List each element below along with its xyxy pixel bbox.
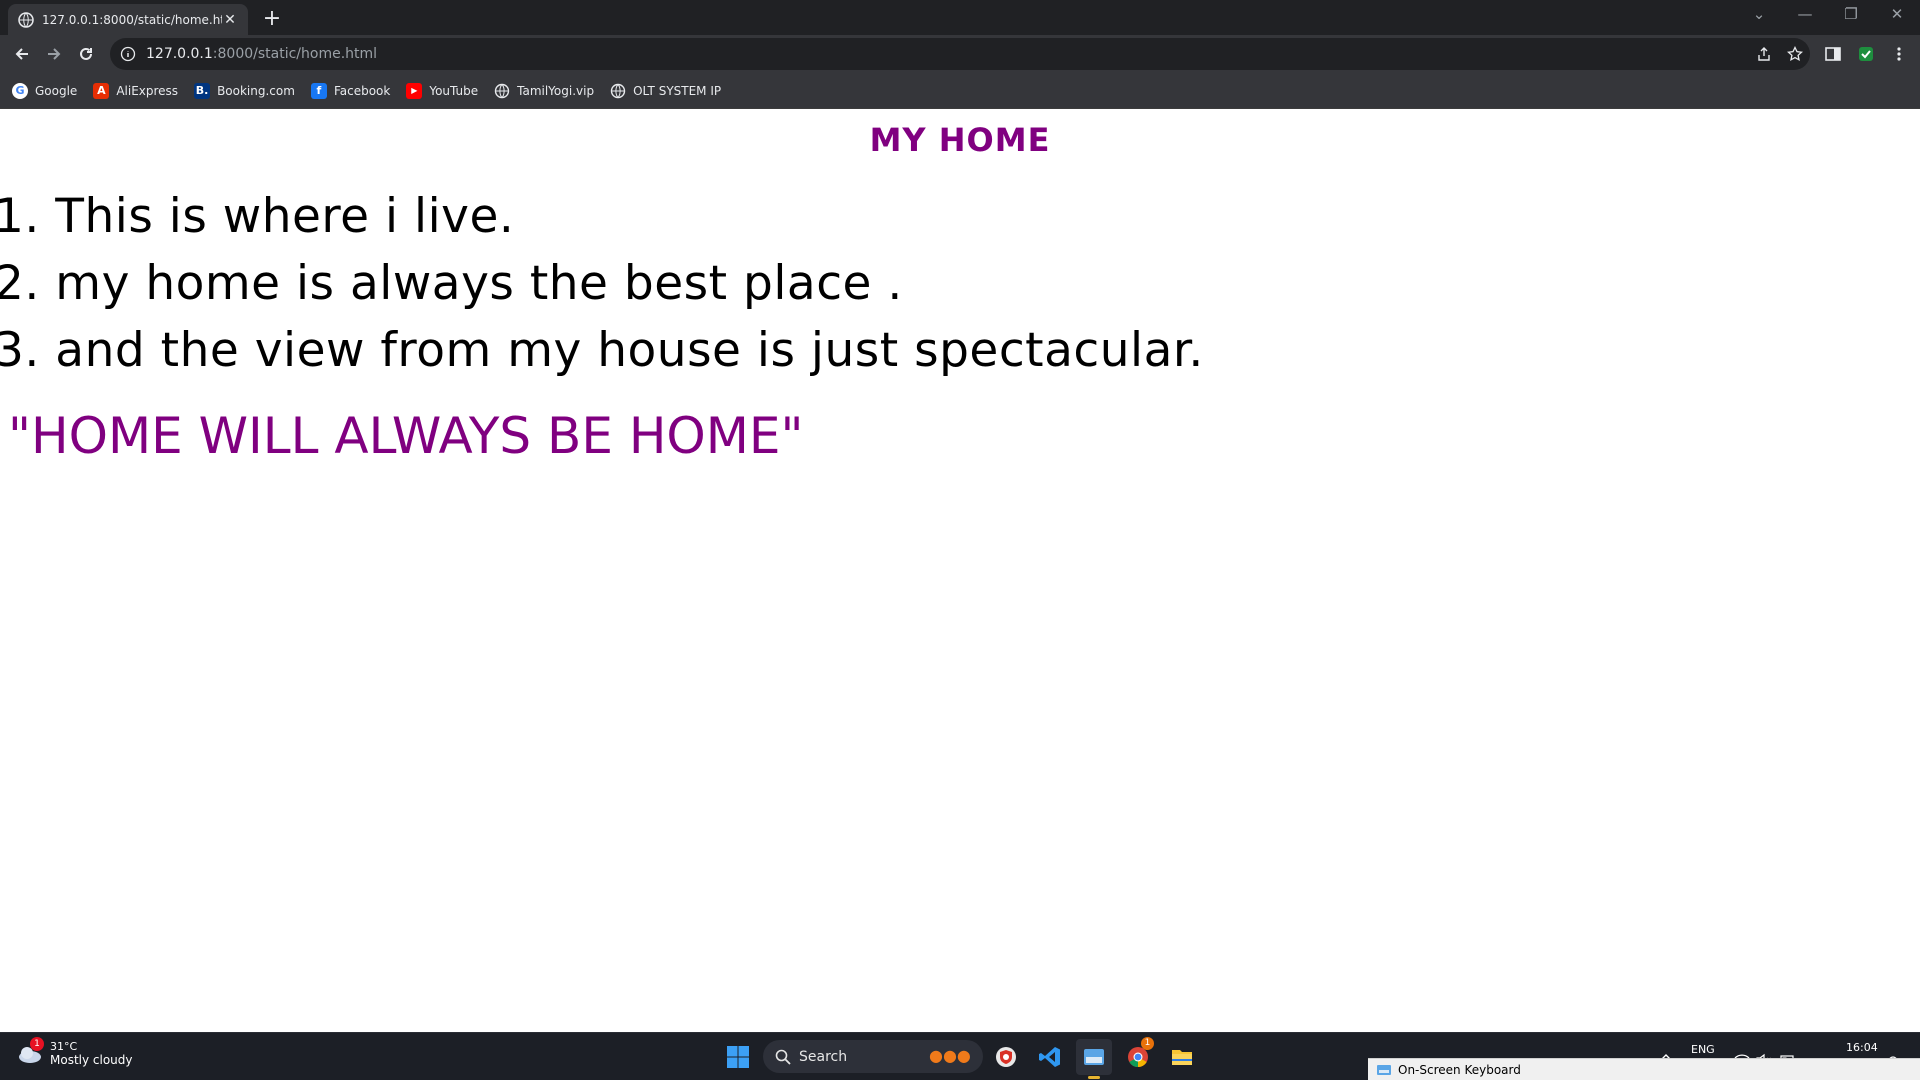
vscode-icon bbox=[1039, 1047, 1060, 1067]
on-screen-keyboard-window[interactable]: On-Screen Keyboard bbox=[1368, 1058, 1920, 1080]
content-line-2: 2. my home is always the best place . bbox=[0, 256, 903, 311]
keyboard-app-icon bbox=[1084, 1049, 1104, 1065]
taskbar-app-file-explorer[interactable] bbox=[1164, 1039, 1200, 1075]
booking-icon: B. bbox=[194, 82, 211, 99]
close-window-button[interactable]: ✕ bbox=[1874, 0, 1920, 30]
browser-toolbar: 127.0.0.1:8000/static/home.html bbox=[0, 35, 1920, 73]
forward-arrow-icon bbox=[48, 48, 61, 60]
restore-button[interactable]: ❐ bbox=[1828, 0, 1874, 30]
url-path: :8000/static/home.html bbox=[212, 46, 378, 62]
active-app-indicator bbox=[1088, 1076, 1100, 1079]
tab-close-icon[interactable]: ✕ bbox=[222, 12, 238, 28]
clock-time[interactable]: 16:04 bbox=[1846, 1041, 1878, 1054]
search-label: Search bbox=[799, 1048, 848, 1065]
taskbar-app-keyboard[interactable] bbox=[1076, 1039, 1112, 1079]
tab-title: 127.0.0.1:8000/static/home.html bbox=[42, 12, 222, 27]
bookmark-aliexpress[interactable]: A AliExpress bbox=[93, 82, 179, 99]
side-panel-icon[interactable] bbox=[1824, 45, 1842, 63]
reload-button[interactable] bbox=[72, 40, 100, 68]
osk-title: On-Screen Keyboard bbox=[1398, 1062, 1521, 1077]
taskbar-search[interactable]: Search ●●● bbox=[763, 1040, 983, 1073]
search-icon bbox=[775, 1049, 791, 1065]
taskbar-app-vscode[interactable] bbox=[1032, 1039, 1068, 1075]
folder-icon bbox=[1172, 1050, 1192, 1065]
bookmark-star-icon[interactable] bbox=[1787, 46, 1803, 62]
content-line-1: 1. This is where i live. bbox=[0, 189, 515, 244]
bookmark-label: Google bbox=[35, 83, 78, 98]
weather-badge: 1 bbox=[30, 1037, 44, 1051]
youtube-icon: ▶ bbox=[406, 82, 423, 99]
bookmark-google[interactable]: G Google bbox=[12, 82, 78, 99]
globe-icon bbox=[18, 11, 34, 28]
shield-app-icon bbox=[996, 1047, 1016, 1067]
browser-tab[interactable]: 127.0.0.1:8000/static/home.html ✕ bbox=[8, 4, 248, 35]
taskbar-app-security[interactable] bbox=[988, 1039, 1024, 1075]
bookmark-booking[interactable]: B. Booking.com bbox=[194, 82, 295, 99]
address-bar[interactable]: 127.0.0.1:8000/static/home.html bbox=[110, 38, 1810, 70]
windows-icon bbox=[727, 1046, 749, 1068]
url-host: 127.0.0.1 bbox=[146, 46, 213, 62]
pumpkin-icon: ●●● bbox=[929, 1046, 971, 1065]
taskbar-app-chrome[interactable]: 1 bbox=[1120, 1037, 1156, 1075]
bookmarks-bar: G Google A AliExpress B. Booking.com f F… bbox=[0, 73, 1920, 109]
menu-dots-icon[interactable] bbox=[1890, 45, 1908, 63]
new-tab-button[interactable]: + bbox=[258, 6, 286, 34]
facebook-icon: f bbox=[310, 82, 327, 99]
aliexpress-icon: A bbox=[93, 82, 110, 99]
bookmark-olt-system-ip[interactable]: OLT SYSTEM IP bbox=[610, 83, 721, 99]
bookmark-facebook[interactable]: f Facebook bbox=[310, 82, 391, 99]
bookmark-label: Booking.com bbox=[217, 83, 295, 98]
content-line-3: 3. and the view from my house is just sp… bbox=[0, 323, 1204, 378]
bookmark-label: YouTube bbox=[429, 83, 479, 98]
extension-shield-icon[interactable] bbox=[1857, 45, 1875, 63]
bookmark-label: Facebook bbox=[333, 83, 391, 98]
language-indicator[interactable]: ENG bbox=[1691, 1043, 1715, 1056]
tab-search-icon[interactable]: ⌄ bbox=[1736, 0, 1782, 30]
bookmark-label: AliExpress bbox=[116, 83, 179, 98]
forward-button[interactable] bbox=[40, 40, 68, 68]
bookmark-label: TamilYogi.vip bbox=[517, 83, 595, 98]
start-button[interactable] bbox=[720, 1039, 756, 1075]
bookmark-tamilyogi[interactable]: TamilYogi.vip bbox=[494, 83, 594, 99]
chrome-badge: 1 bbox=[1141, 1037, 1154, 1050]
back-button[interactable] bbox=[8, 40, 36, 68]
bookmark-youtube[interactable]: ▶ YouTube bbox=[406, 82, 479, 99]
minimize-button[interactable]: — bbox=[1782, 0, 1828, 30]
page-title: MY HOME bbox=[869, 121, 1051, 159]
weather-widget[interactable]: 1 31°C Mostly cloudy bbox=[16, 1037, 133, 1067]
weather-condition: Mostly cloudy bbox=[50, 1052, 133, 1067]
weather-temp: 31°C bbox=[50, 1039, 78, 1053]
bookmark-label: OLT SYSTEM IP bbox=[633, 83, 722, 98]
share-icon[interactable] bbox=[1756, 46, 1772, 62]
globe-icon bbox=[494, 83, 510, 98]
back-arrow-icon bbox=[15, 48, 28, 60]
google-icon: G bbox=[12, 82, 28, 99]
web-page: MY HOME 1. This is where i live. 2. my h… bbox=[0, 109, 1920, 1032]
home-quote: "HOME WILL ALWAYS BE HOME" bbox=[8, 407, 804, 465]
globe-icon bbox=[610, 83, 626, 98]
info-icon[interactable] bbox=[120, 46, 136, 62]
tab-strip: 127.0.0.1:8000/static/home.html ✕ + ⌄ — … bbox=[0, 0, 1920, 35]
reload-icon bbox=[80, 47, 92, 60]
keyboard-icon bbox=[1377, 1064, 1391, 1075]
